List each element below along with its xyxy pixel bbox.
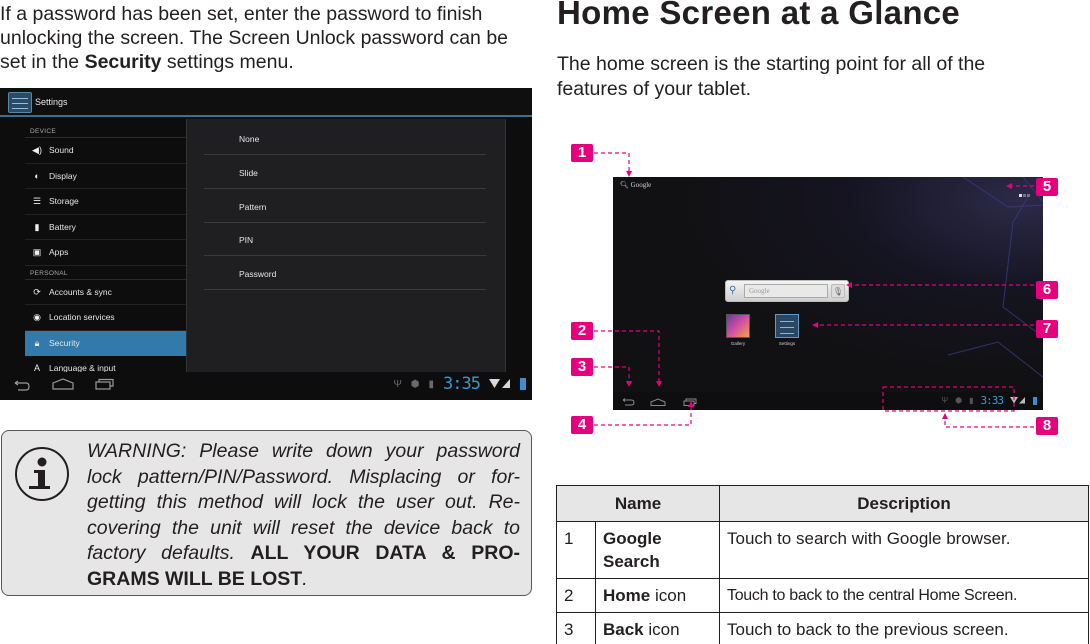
- row-number: 3: [556, 612, 596, 644]
- leader-1: [594, 152, 630, 173]
- callout-6: 6: [1036, 281, 1058, 299]
- row-description: Touch to back to the previous screen.: [719, 612, 1089, 644]
- system-bar: Ψ ⬢ ▮ 3:35: [0, 372, 532, 400]
- callout-5: 5: [1036, 178, 1058, 196]
- home-screen-diagram: 🔍︎ Google ⚲ Google 🎙︎ Gallery Settings Ψ…: [560, 135, 1090, 445]
- settings-title: Settings: [35, 97, 68, 107]
- callout-1: 1: [571, 144, 593, 162]
- intro-paragraph: If a password has been set, enter the pa…: [0, 2, 530, 74]
- home-screen-reference-table: Name Description 1 Google Search Touch t…: [556, 485, 1089, 644]
- warning-period: .: [302, 567, 308, 590]
- settings-item-label: Battery: [49, 221, 76, 232]
- usb-icon: Ψ: [393, 378, 402, 390]
- back-icon[interactable]: [11, 380, 31, 392]
- row-number: 2: [556, 578, 596, 613]
- row-name: Google Search: [595, 521, 720, 579]
- battery-status-icon: [520, 378, 526, 390]
- settings-item-security[interactable]: 🔒︎ Security: [25, 330, 186, 356]
- android-debug-icon: ⬢: [410, 378, 420, 390]
- row-name-bold: Home: [603, 586, 651, 605]
- lock-option-password[interactable]: Password: [204, 256, 486, 290]
- warning-box: WARNING: Please write down your password…: [1, 430, 532, 596]
- lock-option-pattern[interactable]: Pattern: [204, 189, 486, 223]
- leader-2: [594, 330, 660, 383]
- wifi-signal-icon: [489, 379, 510, 388]
- status-clock: 3:35: [443, 374, 481, 394]
- home-icon[interactable]: [52, 378, 74, 390]
- settings-item-label: Location services: [49, 312, 115, 323]
- row-name-bold: Google Search: [603, 529, 662, 571]
- callout-2: 2: [571, 322, 593, 340]
- callout-8: 8: [1036, 417, 1058, 435]
- lock-option-none[interactable]: None: [204, 121, 486, 155]
- table-header-row: Name Description: [556, 485, 1089, 522]
- screen-lock-dialog: None Slide Pattern PIN Password: [186, 119, 506, 400]
- settings-screenshot: Settings DEVICE ◀) Sound ◐ Display ☰ Storag…: [0, 88, 532, 400]
- section-header-device: DEVICE: [25, 124, 186, 138]
- row-name-rest: icon: [643, 620, 680, 639]
- status-area-highlight: [882, 386, 1015, 412]
- settings-item-label: Display: [49, 170, 77, 181]
- row-name-rest: icon: [650, 586, 687, 605]
- sd-card-icon: ▮: [428, 378, 435, 390]
- settings-app-icon: [8, 92, 32, 113]
- settings-item-display[interactable]: ◐ Display: [25, 164, 186, 189]
- sync-icon: ⟳: [33, 286, 41, 297]
- table-row: 2 Home icon Touch to back to the central…: [556, 578, 1089, 613]
- settings-list: DEVICE ◀) Sound ◐ Display ☰ Storage ▮ Batter…: [25, 124, 186, 382]
- settings-item-label: Security: [49, 337, 80, 348]
- column-header-description: Description: [719, 485, 1089, 522]
- settings-item-sound[interactable]: ◀) Sound: [25, 138, 186, 164]
- table-row: 3 Back icon Touch to back to the previou…: [556, 612, 1089, 644]
- leader-4: [594, 405, 692, 426]
- settings-item-apps[interactable]: ▣ Apps: [25, 240, 186, 266]
- callout-4: 4: [571, 416, 593, 434]
- settings-item-label: Storage: [49, 196, 79, 207]
- callout-7: 7: [1036, 320, 1058, 338]
- lock-option-pin[interactable]: PIN: [204, 222, 486, 256]
- section-header-personal: PERSONAL: [25, 266, 186, 280]
- speaker-icon: ◀): [32, 145, 42, 156]
- section-subtext: The home screen is the starting point fo…: [557, 53, 986, 100]
- row-description: Touch to back to the central Home Screen…: [719, 578, 1089, 613]
- leader-3: [594, 366, 630, 383]
- settings-item-accounts-sync[interactable]: ⟳ Accounts & sync: [25, 280, 186, 305]
- settings-item-storage[interactable]: ☰ Storage: [25, 189, 186, 215]
- leader-8: [944, 417, 1034, 428]
- settings-action-bar: Settings: [0, 88, 532, 117]
- row-name-bold: Back: [603, 620, 644, 639]
- warning-text: WARNING: Please write down your password…: [87, 439, 520, 592]
- intro-text-end: settings menu.: [161, 51, 294, 73]
- settings-item-label: Apps: [49, 247, 69, 258]
- settings-item-location[interactable]: ◉ Location services: [25, 305, 186, 331]
- lock-icon: 🔒︎: [34, 337, 40, 348]
- location-icon: ◉: [33, 312, 41, 323]
- column-header-name: Name: [556, 485, 720, 522]
- section-heading: Home Screen at a Glance: [557, 0, 961, 31]
- settings-item-battery[interactable]: ▮ Battery: [25, 215, 186, 240]
- battery-icon: ▮: [34, 221, 40, 232]
- callout-3: 3: [571, 358, 593, 376]
- callout-leader-lines: [594, 152, 1034, 428]
- apps-icon: ▣: [32, 247, 42, 258]
- recent-apps-icon[interactable]: [95, 378, 115, 390]
- storage-icon: ☰: [32, 196, 42, 207]
- settings-item-label: Sound: [49, 145, 74, 156]
- intro-bold-security: Security: [84, 51, 162, 73]
- info-icon: [15, 447, 69, 501]
- row-name: Home icon: [595, 578, 720, 613]
- brightness-icon: ◐: [34, 170, 40, 181]
- row-description: Touch to search with Google browser.: [719, 521, 1089, 579]
- settings-item-label: Accounts & sync: [49, 286, 112, 297]
- lock-option-slide[interactable]: Slide: [204, 155, 486, 189]
- row-number: 1: [556, 521, 596, 579]
- table-row: 1 Google Search Touch to search with Goo…: [556, 521, 1089, 579]
- row-name: Back icon: [595, 612, 720, 644]
- status-area[interactable]: Ψ ⬢ ▮ 3:35: [393, 374, 526, 394]
